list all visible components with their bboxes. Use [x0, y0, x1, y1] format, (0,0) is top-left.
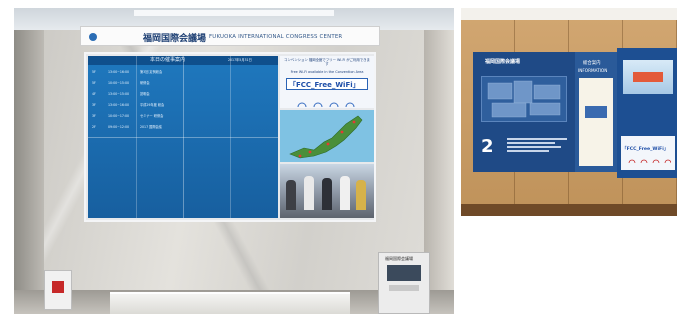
- wifi-map-panel: [280, 110, 374, 162]
- reception-counter: [110, 292, 350, 314]
- video-wall: 本日の催事案内 2017年5月31日 5F 13:00~16:00 第3回 定例総会…: [84, 52, 376, 222]
- event-time: 10:00~15:00: [108, 81, 130, 85]
- person-silhouette: [286, 180, 296, 210]
- wifi-screen: 「FCC_Free_WiFi」: [621, 136, 675, 170]
- floor: [461, 204, 677, 216]
- event-floor: 2F: [92, 125, 96, 129]
- floor-directory-list: [507, 136, 567, 158]
- event-floor: 5F: [92, 81, 96, 85]
- info-poster: [579, 78, 613, 166]
- events-board: 本日の催事案内 2017年5月31日 5F 13:00~16:00 第3回 定例総会…: [88, 56, 278, 218]
- wifi-icon: [628, 159, 671, 164]
- left-column: [14, 30, 44, 290]
- japan-map-icon: [289, 115, 363, 159]
- person-silhouette: [322, 178, 332, 210]
- lobby-signage-photo: 福岡国際会議場 FUKUOKA INTERNATIONAL CONGRESS C…: [14, 8, 454, 314]
- fire-extinguisher-box: [44, 270, 72, 310]
- wifi-notice-english: Free Wi-Fi available in the Convention A…: [290, 70, 364, 74]
- event-floor: 4F: [92, 92, 96, 96]
- event-floor: 3F: [92, 103, 96, 107]
- event-name: 2017 国際会議: [140, 125, 162, 129]
- information-wall-photo: 福岡国際会議場 2 総合案内 INFORMATION 「FCC_Free_WiF…: [461, 8, 677, 216]
- event-name: 説明会: [140, 92, 150, 96]
- information-panel: 総合案内 INFORMATION: [575, 52, 617, 172]
- event-name: 第3回 定例総会: [140, 70, 163, 74]
- event-floor: 3F: [92, 114, 96, 118]
- wifi-panel: コンベンション 福岡全館でフリー Wi-Fi がご利用できます Free Wi-…: [280, 56, 374, 108]
- panel-seam: [88, 137, 278, 138]
- screen-map-block: [633, 72, 663, 82]
- event-time: 13:00~16:00: [108, 103, 130, 107]
- event-time: 10:00~17:00: [108, 114, 130, 118]
- venue-name-english: FUKUOKA INTERNATIONAL CONGRESS CENTER: [209, 34, 343, 40]
- person-silhouette: [304, 176, 314, 210]
- event-time: 09:00~12:00: [108, 125, 130, 129]
- kiosk-label: 福岡国際会議場: [385, 256, 413, 261]
- event-name: 研修会: [140, 81, 150, 85]
- venue-name-japanese: 福岡国際会議場: [143, 34, 207, 44]
- kiosk-screen[interactable]: [387, 265, 421, 281]
- info-poster-logo: [585, 106, 607, 118]
- wifi-ssid-small: 「FCC_Free_WiFi」: [622, 147, 669, 152]
- venue-logo-icon: [89, 33, 97, 41]
- info-label-japanese: 総合案内: [583, 61, 601, 66]
- kiosk-slot[interactable]: [389, 285, 419, 291]
- screen-map: [623, 60, 673, 94]
- event-floor: 5F: [92, 70, 96, 74]
- ceiling-light: [134, 10, 334, 16]
- wifi-ssid: 「FCC_Free_WiFi」: [289, 81, 360, 89]
- event-name: 平成29年度 総会: [140, 103, 165, 107]
- board-date: 2017年5月31日: [228, 58, 252, 62]
- directory-venue-name: 福岡国際会議場: [485, 59, 521, 65]
- wifi-icon: [297, 102, 355, 108]
- person-silhouette: [340, 176, 350, 210]
- board-title: 本日の催事案内: [150, 57, 186, 63]
- info-label-english: INFORMATION: [578, 68, 608, 73]
- wifi-icons-row: [294, 94, 360, 108]
- person-silhouette: [356, 180, 366, 210]
- floor-map: [481, 76, 567, 122]
- digital-screen-panel: 「FCC_Free_WiFi」: [617, 48, 677, 178]
- ticket-kiosk: 福岡国際会議場: [378, 252, 430, 314]
- ceiling: [461, 8, 677, 20]
- event-time: 13:00~15:00: [108, 92, 130, 96]
- event-time: 13:00~16:00: [108, 70, 130, 74]
- venue-sign: 福岡国際会議場 FUKUOKA INTERNATIONAL CONGRESS C…: [80, 26, 380, 46]
- floor-map-diagram: [487, 80, 561, 118]
- floor-number: 2: [481, 136, 494, 157]
- event-name: セミナー 研修会: [140, 114, 164, 118]
- fire-extinguisher-icon: [52, 281, 64, 293]
- wifi-notice-japanese: コンベンション 福岡全館でフリー Wi-Fi がご利用できます: [284, 58, 370, 66]
- promo-photo-panel: [280, 164, 374, 218]
- wifi-ssid-box: 「FCC_Free_WiFi」: [286, 78, 368, 90]
- floor-directory-panel: 福岡国際会議場 2: [473, 52, 575, 172]
